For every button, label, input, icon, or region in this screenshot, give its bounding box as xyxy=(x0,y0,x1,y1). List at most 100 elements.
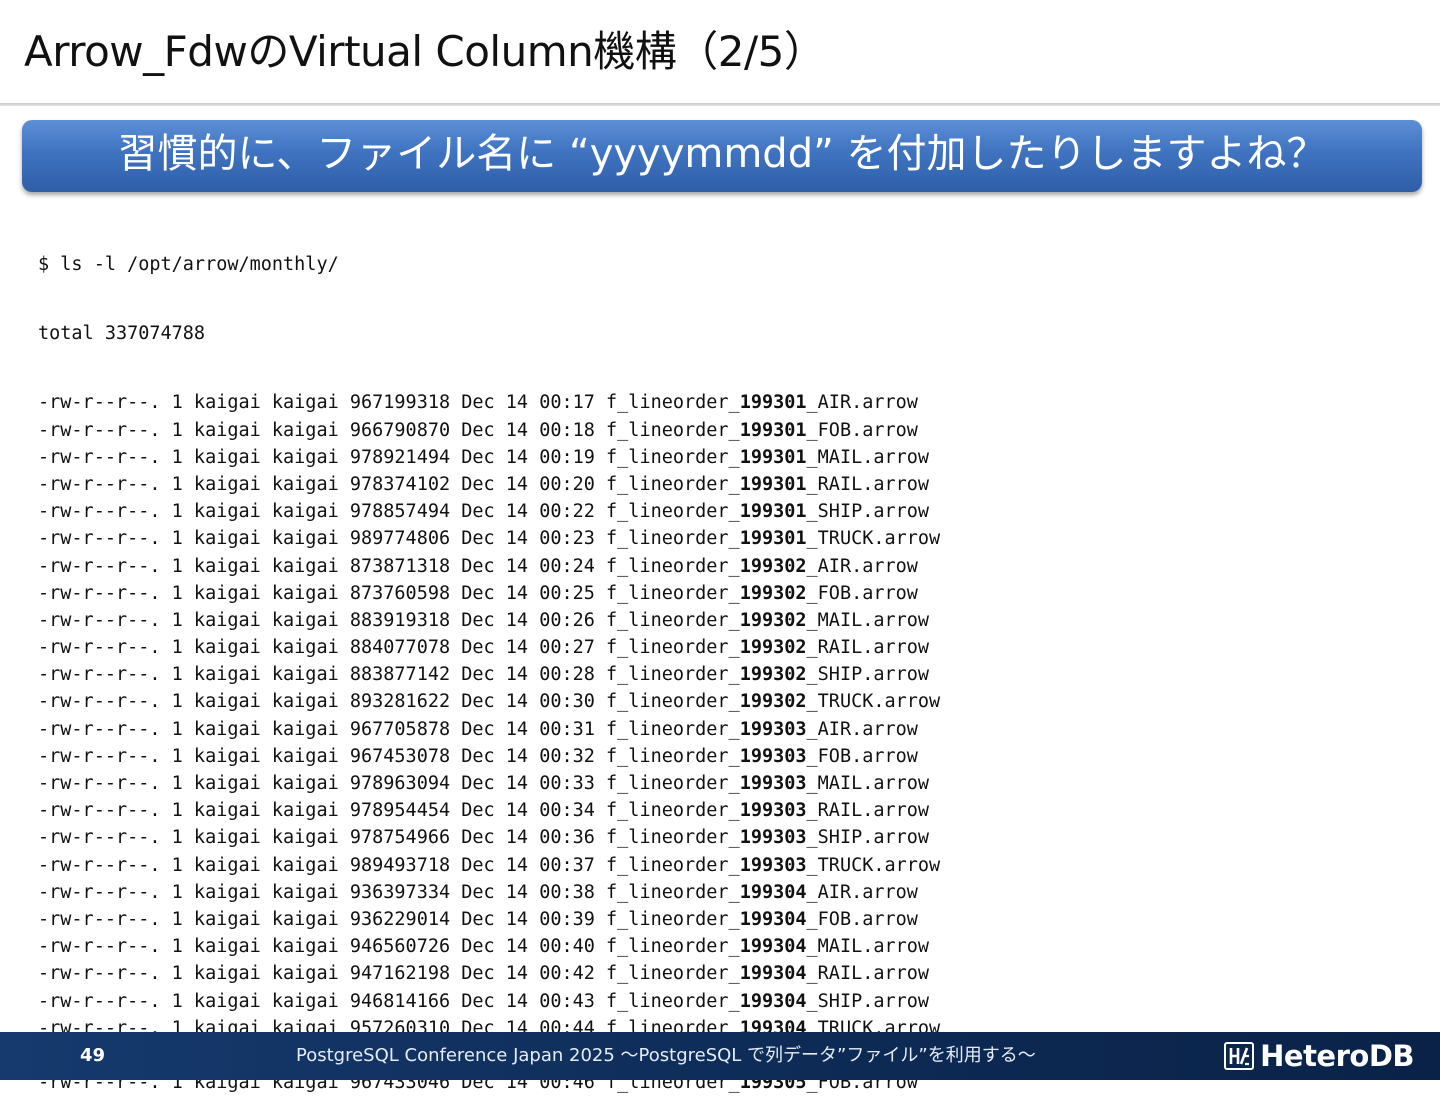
file-row-suffix: _MAIL.arrow xyxy=(806,773,930,794)
file-row: -rw-r--r--. 1 kaigai kaigai 936229014 De… xyxy=(38,906,1418,933)
file-row-date: 199302 xyxy=(739,609,807,631)
file-row-date: 199302 xyxy=(739,582,807,604)
file-row-date: 199303 xyxy=(739,773,807,794)
conference-title: PostgreSQL Conference Japan 2025 ～Postgr… xyxy=(296,1045,1036,1066)
file-row: -rw-r--r--. 1 kaigai kaigai 978921494 De… xyxy=(38,444,1418,471)
file-row-date: 199301 xyxy=(739,501,807,523)
file-row-prefix: -rw-r--r--. 1 kaigai kaigai 967705878 De… xyxy=(38,718,740,740)
file-row-prefix: -rw-r--r--. 1 kaigai kaigai 883919318 De… xyxy=(38,609,740,631)
footer-bar: 49 PostgreSQL Conference Japan 2025 ～Pos… xyxy=(0,1032,1440,1080)
file-row: -rw-r--r--. 1 kaigai kaigai 989493718 De… xyxy=(38,852,1418,879)
file-row-prefix: -rw-r--r--. 1 kaigai kaigai 936229014 De… xyxy=(38,908,740,930)
file-row-prefix: -rw-r--r--. 1 kaigai kaigai 947162198 De… xyxy=(38,963,740,985)
file-row-date: 199303 xyxy=(739,718,807,740)
file-row-prefix: -rw-r--r--. 1 kaigai kaigai 989493718 De… xyxy=(38,854,740,876)
title-divider xyxy=(0,103,1440,106)
file-row-date: 199304 xyxy=(739,908,807,930)
file-row-prefix: -rw-r--r--. 1 kaigai kaigai 978921494 De… xyxy=(38,446,740,468)
file-row-prefix: -rw-r--r--. 1 kaigai kaigai 978374102 De… xyxy=(38,473,740,495)
heterodb-logo: HeteroDB xyxy=(1224,1041,1414,1071)
file-row-suffix: _RAIL.arrow xyxy=(806,963,930,985)
file-row-suffix: _FOB.arrow xyxy=(806,908,918,930)
file-row-prefix: -rw-r--r--. 1 kaigai kaigai 978754966 De… xyxy=(38,827,740,849)
file-row-date: 199303 xyxy=(739,827,807,849)
file-row-date: 199304 xyxy=(739,990,807,1012)
file-row-prefix: -rw-r--r--. 1 kaigai kaigai 873760598 De… xyxy=(38,582,740,604)
file-row-suffix: _FOB.arrow xyxy=(806,745,918,767)
file-row-prefix: -rw-r--r--. 1 kaigai kaigai 978954454 De… xyxy=(38,800,740,822)
file-row-date: 199304 xyxy=(739,963,807,985)
file-row-suffix: _RAIL.arrow xyxy=(806,637,930,659)
file-row: -rw-r--r--. 1 kaigai kaigai 967705878 De… xyxy=(38,716,1418,743)
file-row-date: 199303 xyxy=(739,800,807,822)
file-row: -rw-r--r--. 1 kaigai kaigai 966790870 De… xyxy=(38,417,1418,444)
file-row-prefix: -rw-r--r--. 1 kaigai kaigai 884077078 De… xyxy=(38,637,740,659)
file-row-prefix: -rw-r--r--. 1 kaigai kaigai 967453078 De… xyxy=(38,745,740,767)
file-row-prefix: -rw-r--r--. 1 kaigai kaigai 873871318 De… xyxy=(38,555,740,577)
file-row-prefix: -rw-r--r--. 1 kaigai kaigai 989774806 De… xyxy=(38,528,740,550)
file-row: -rw-r--r--. 1 kaigai kaigai 978754966 De… xyxy=(38,824,1418,851)
headline-banner: 習慣的に、ファイル名に “yyyymmdd” を付加したりしますよね？ xyxy=(22,120,1422,192)
file-row: -rw-r--r--. 1 kaigai kaigai 893281622 De… xyxy=(38,688,1418,715)
file-row-date: 199301 xyxy=(739,446,807,468)
file-row-date: 199304 xyxy=(739,881,807,903)
logo-text: HeteroDB xyxy=(1260,1039,1414,1073)
file-row-date: 199303 xyxy=(739,854,807,876)
file-row: -rw-r--r--. 1 kaigai kaigai 946814166 De… xyxy=(38,988,1418,1015)
file-row-prefix: -rw-r--r--. 1 kaigai kaigai 966790870 De… xyxy=(38,419,740,441)
file-row: -rw-r--r--. 1 kaigai kaigai 978954454 De… xyxy=(38,797,1418,824)
file-row-suffix: _TRUCK.arrow xyxy=(806,528,941,550)
file-row: -rw-r--r--. 1 kaigai kaigai 936397334 De… xyxy=(38,879,1418,906)
file-row-date: 199301 xyxy=(739,528,807,550)
file-row-date: 199301 xyxy=(739,473,807,495)
terminal-total: total 337074788 xyxy=(38,323,206,345)
file-row: -rw-r--r--. 1 kaigai kaigai 883877142 De… xyxy=(38,661,1418,688)
terminal-command: $ ls -l /opt/arrow/monthly/ xyxy=(38,254,339,275)
file-row-date: 199302 xyxy=(739,664,807,686)
file-row-prefix: -rw-r--r--. 1 kaigai kaigai 893281622 De… xyxy=(38,691,740,713)
file-row-suffix: _TRUCK.arrow xyxy=(806,854,941,876)
file-row: -rw-r--r--. 1 kaigai kaigai 978374102 De… xyxy=(38,471,1418,498)
file-row-suffix: _FOB.arrow xyxy=(806,419,918,441)
file-row-date: 199302 xyxy=(739,637,807,659)
file-row-suffix: _AIR.arrow xyxy=(806,555,918,577)
file-row-prefix: -rw-r--r--. 1 kaigai kaigai 946560726 De… xyxy=(38,936,740,958)
file-row-prefix: -rw-r--r--. 1 kaigai kaigai 978963094 De… xyxy=(38,773,740,794)
file-row: -rw-r--r--. 1 kaigai kaigai 978857494 De… xyxy=(38,498,1418,525)
file-row: -rw-r--r--. 1 kaigai kaigai 873871318 De… xyxy=(38,553,1418,580)
file-row-date: 199301 xyxy=(739,392,807,414)
file-row-suffix: _MAIL.arrow xyxy=(806,936,930,958)
file-row-date: 199303 xyxy=(739,745,807,767)
file-row-prefix: -rw-r--r--. 1 kaigai kaigai 946814166 De… xyxy=(38,990,740,1012)
file-row-suffix: _AIR.arrow xyxy=(806,718,918,740)
file-row: -rw-r--r--. 1 kaigai kaigai 947162198 De… xyxy=(38,960,1418,987)
file-row-suffix: _SHIP.arrow xyxy=(806,827,930,849)
file-row-suffix: _MAIL.arrow xyxy=(806,609,930,631)
file-row-prefix: -rw-r--r--. 1 kaigai kaigai 967199318 De… xyxy=(38,392,740,414)
file-row-suffix: _RAIL.arrow xyxy=(806,800,930,822)
page-number: 49 xyxy=(80,1045,106,1066)
file-row: -rw-r--r--. 1 kaigai kaigai 946560726 De… xyxy=(38,933,1418,960)
file-row-date: 199302 xyxy=(739,691,807,713)
file-row-suffix: _SHIP.arrow xyxy=(806,501,930,523)
file-row-date: 199301 xyxy=(739,419,807,441)
slide-title: Arrow_FdwのVirtual Column機構（2/5） xyxy=(24,27,826,76)
file-row-suffix: _AIR.arrow xyxy=(806,392,918,414)
file-row: -rw-r--r--. 1 kaigai kaigai 883919318 De… xyxy=(38,607,1418,634)
file-row-date: 199302 xyxy=(739,555,807,577)
file-row-suffix: _SHIP.arrow xyxy=(806,990,930,1012)
file-row-suffix: _RAIL.arrow xyxy=(806,473,930,495)
file-row-suffix: _AIR.arrow xyxy=(806,881,918,903)
file-row: -rw-r--r--. 1 kaigai kaigai 989774806 De… xyxy=(38,525,1418,552)
file-row: -rw-r--r--. 1 kaigai kaigai 967199318 De… xyxy=(38,389,1418,416)
heterodb-logo-icon xyxy=(1224,1042,1255,1070)
file-row: -rw-r--r--. 1 kaigai kaigai 873760598 De… xyxy=(38,580,1418,607)
file-list: -rw-r--r--. 1 kaigai kaigai 967199318 De… xyxy=(38,389,1418,1096)
file-row-suffix: _SHIP.arrow xyxy=(806,664,930,686)
file-row-prefix: -rw-r--r--. 1 kaigai kaigai 883877142 De… xyxy=(38,664,740,686)
file-row-date: 199304 xyxy=(739,936,807,958)
terminal-output: $ ls -l /opt/arrow/monthly/ total 337074… xyxy=(38,209,1418,1117)
file-row-suffix: _TRUCK.arrow xyxy=(806,691,941,713)
file-row: -rw-r--r--. 1 kaigai kaigai 978963094 De… xyxy=(38,770,1418,797)
file-row-suffix: _MAIL.arrow xyxy=(806,446,930,468)
